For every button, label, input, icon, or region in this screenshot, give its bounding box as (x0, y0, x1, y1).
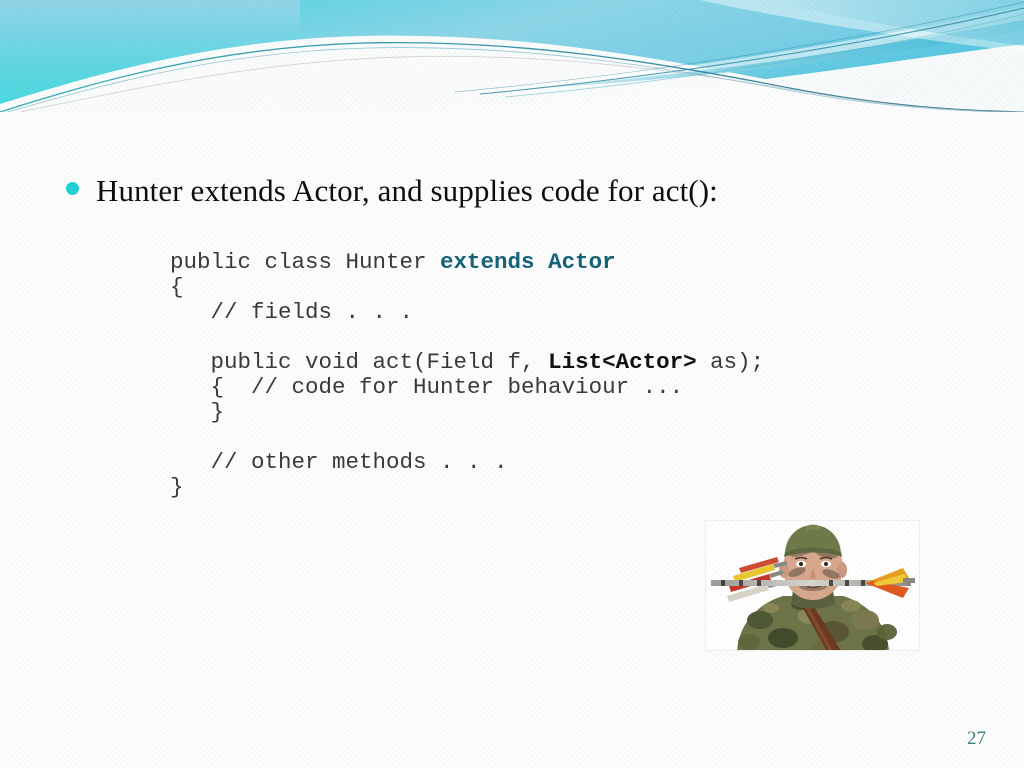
code-line: } (170, 400, 764, 425)
hunter-photo (705, 520, 920, 651)
code-text: // fields . . . (170, 299, 414, 325)
code-text: as); (696, 349, 765, 375)
bullet-dot-icon (66, 182, 79, 195)
code-text: } (170, 474, 184, 500)
code-line: } (170, 475, 764, 500)
code-line: public class Hunter extends Actor (170, 250, 764, 275)
code-line: // fields . . . (170, 300, 764, 325)
code-line: public void act(Field f, List<Actor> as)… (170, 349, 765, 375)
code-line: { (170, 275, 764, 300)
code-line: // other methods . . . (170, 450, 764, 475)
code-text: public void act(Field f, (170, 349, 549, 375)
bullet-heading-row: Hunter extends Actor, and supplies code … (66, 174, 718, 208)
code-listing: public class Hunter extends Actor{ // fi… (170, 250, 764, 500)
code-text: public class Hunter (170, 249, 441, 275)
slide-content: Hunter extends Actor, and supplies code … (0, 0, 1024, 768)
code-text: { // code for Hunter behaviour ... (170, 374, 684, 400)
slide-27: Hunter extends Actor, and supplies code … (0, 0, 1024, 768)
code-text: // other methods . . . (170, 449, 508, 475)
page-title: Hunter extends Actor, and supplies code … (96, 173, 718, 208)
slide-number: 27 (967, 728, 986, 749)
code-keyword: extends Actor (440, 249, 616, 275)
code-text: { (170, 274, 184, 300)
code-keyword: List<Actor> (548, 349, 697, 375)
code-line: { // code for Hunter behaviour ... (170, 375, 764, 400)
code-text: } (170, 399, 225, 425)
